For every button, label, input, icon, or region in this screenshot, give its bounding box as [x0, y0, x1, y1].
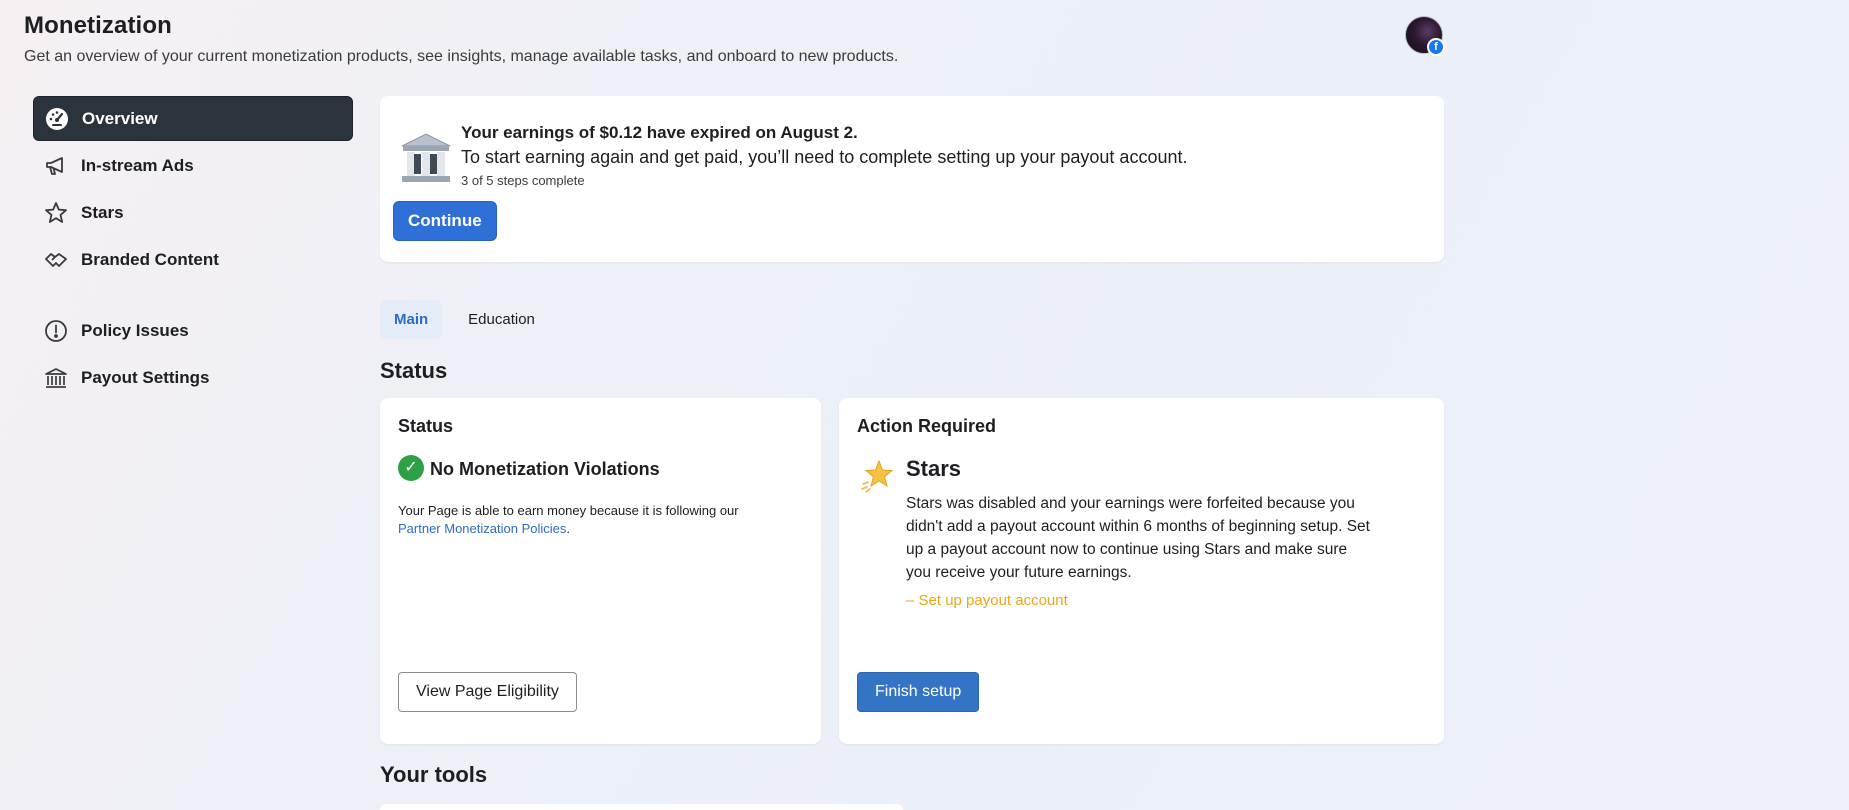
status-main-text: No Monetization Violations — [430, 459, 660, 479]
check-circle-icon: ✓ — [398, 455, 424, 481]
sidebar-item-label: Stars — [81, 202, 124, 222]
sidebar-item-payout-settings[interactable]: Payout Settings — [33, 355, 353, 400]
sidebar: Overview In-stream Ads Stars Branded Con… — [33, 96, 353, 402]
payout-steps-progress: 3 of 5 steps complete — [461, 173, 585, 188]
megaphone-icon — [43, 153, 69, 179]
tab-education[interactable]: Education — [454, 300, 549, 339]
view-page-eligibility-button[interactable]: View Page Eligibility — [398, 672, 577, 712]
star-outline-icon — [43, 200, 69, 226]
status-card: Status ✓ No Monetization Violations Your… — [380, 398, 821, 744]
tools-card-edge — [380, 804, 903, 810]
status-card-heading: Status — [398, 416, 454, 436]
sidebar-item-label: In-stream Ads — [81, 155, 194, 175]
sidebar-item-label: Policy Issues — [81, 320, 189, 340]
page-title: Monetization — [24, 12, 172, 39]
finish-setup-button[interactable]: Finish setup — [857, 672, 980, 712]
partner-monetization-policies-link[interactable]: Partner Monetization Policies — [398, 521, 566, 536]
continue-button[interactable]: Continue — [393, 201, 497, 241]
tab-bar: Main Education — [380, 300, 549, 339]
sidebar-item-label: Payout Settings — [81, 367, 210, 387]
star-icon — [859, 458, 895, 494]
sidebar-item-label: Branded Content — [81, 249, 219, 269]
sidebar-item-label: Overview — [82, 108, 158, 128]
sidebar-item-stars[interactable]: Stars — [33, 190, 353, 235]
your-tools-section-title: Your tools — [380, 762, 488, 787]
dashboard-gauge-icon — [44, 106, 70, 132]
tab-main[interactable]: Main — [380, 300, 443, 339]
action-description: Stars was disabled and your earnings wer… — [906, 495, 1370, 581]
page-subtitle: Get an overview of your current monetiza… — [24, 48, 899, 65]
set-up-payout-account-task[interactable]: – Set up payout account — [906, 592, 1068, 609]
status-section-title: Status — [380, 358, 448, 383]
sidebar-item-policy-issues[interactable]: Policy Issues — [33, 308, 353, 353]
action-required-card: Action Required Stars Stars was disabled… — [839, 398, 1444, 744]
payout-banner-text: To start earning again and get paid, you… — [461, 147, 1188, 167]
payout-banner-title: Your earnings of $0.12 have expired on A… — [461, 123, 858, 142]
sidebar-item-overview[interactable]: Overview — [33, 96, 353, 141]
bank-icon — [43, 365, 69, 391]
facebook-icon: f — [1427, 38, 1445, 56]
action-title: Stars — [906, 456, 962, 481]
sidebar-item-branded-content[interactable]: Branded Content — [33, 237, 353, 282]
handshake-icon — [43, 247, 69, 273]
action-card-heading: Action Required — [857, 416, 997, 436]
page-header: Monetization Get an overview of your cur… — [24, 12, 898, 66]
payout-banner-card: Your earnings of $0.12 have expired on A… — [380, 96, 1444, 262]
avatar[interactable]: f — [1405, 16, 1445, 56]
sidebar-item-in-stream-ads[interactable]: In-stream Ads — [33, 143, 353, 188]
alert-circle-icon — [43, 318, 69, 344]
status-description: Your Page is able to earn money because … — [398, 503, 739, 536]
bank-building-icon — [398, 130, 454, 186]
